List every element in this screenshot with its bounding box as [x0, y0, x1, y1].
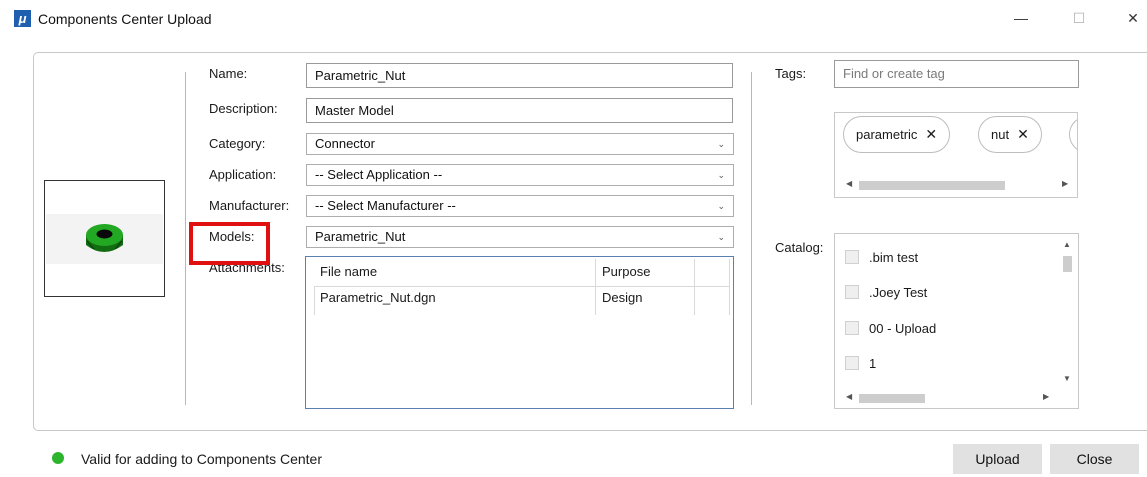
scroll-left-icon[interactable]: ◀: [846, 179, 852, 188]
tag-search-input[interactable]: Find or create tag: [834, 60, 1079, 88]
catalog-checkbox[interactable]: [845, 321, 859, 335]
description-input[interactable]: Master Model: [306, 98, 733, 123]
catalog-checkbox[interactable]: [845, 356, 859, 370]
scroll-left-icon[interactable]: ◀: [846, 392, 852, 401]
table-row-cell-extra: [695, 287, 730, 315]
application-label: Application:: [209, 167, 277, 182]
models-select-value: Parametric_Nut: [315, 229, 406, 244]
catalog-label: Catalog:: [775, 240, 824, 255]
name-label: Name:: [209, 66, 248, 81]
minimize-button[interactable]: —: [1006, 6, 1036, 30]
description-label: Description:: [209, 101, 278, 116]
status-indicator-icon: [52, 452, 64, 464]
app-icon: μ: [14, 10, 31, 27]
manufacturer-label: Manufacturer:: [209, 198, 290, 213]
scroll-up-icon[interactable]: ▲: [1063, 240, 1071, 249]
chevron-down-icon: ⌄: [717, 201, 725, 211]
catalog-item-label: 1: [869, 356, 877, 371]
manufacturer-select[interactable]: -- Select Manufacturer -- ⌄: [306, 195, 734, 217]
models-highlight-box: [189, 222, 270, 265]
category-label: Category:: [209, 136, 266, 151]
catalog-item-label: .Joey Test: [869, 285, 928, 300]
models-select[interactable]: Parametric_Nut ⌄: [306, 226, 734, 248]
upload-button[interactable]: Upload: [953, 444, 1042, 474]
tag-chip-label: nut: [991, 127, 1010, 142]
category-select-value: Connector: [315, 136, 375, 151]
application-select[interactable]: -- Select Application -- ⌄: [306, 164, 734, 186]
catalog-item-label: .bim test: [869, 250, 919, 265]
column-header-file-name[interactable]: File name: [314, 259, 596, 287]
close-window-button[interactable]: ✕: [1118, 6, 1147, 30]
tag-chip-list: parametric ✕ nut ✕ ◀ ▶: [834, 112, 1078, 198]
table-row-cell-file[interactable]: Parametric_Nut.dgn: [314, 287, 596, 315]
manufacturer-select-value: -- Select Manufacturer --: [315, 198, 456, 213]
tag-chip-label: parametric: [856, 127, 918, 142]
maximize-button[interactable]: ☐: [1064, 6, 1094, 30]
column-header-extra: [695, 259, 730, 287]
application-select-value: -- Select Application --: [315, 167, 443, 182]
scroll-right-icon[interactable]: ▶: [1043, 392, 1049, 401]
scrollbar-thumb[interactable]: [859, 181, 1005, 190]
name-input[interactable]: Parametric_Nut: [306, 63, 733, 88]
catalog-checkbox[interactable]: [845, 250, 859, 264]
attachments-grid[interactable]: File name Purpose Parametric_Nut.dgn Des…: [305, 256, 734, 409]
grid-left-line: [314, 287, 315, 315]
window-title: Components Center Upload: [38, 11, 212, 27]
catalog-horizontal-scrollbar[interactable]: ◀ ▶: [843, 391, 1053, 405]
tags-label: Tags:: [775, 66, 807, 81]
tags-horizontal-scrollbar[interactable]: ◀ ▶: [843, 178, 1071, 192]
chevron-down-icon: ⌄: [717, 232, 725, 242]
catalog-item-label: 00 - Upload: [869, 321, 937, 336]
chevron-down-icon: ⌄: [717, 139, 725, 149]
catalog-vertical-scrollbar[interactable]: ▲ ▼: [1061, 238, 1073, 388]
left-divider: [185, 72, 186, 405]
catalog-list[interactable]: .bim test .Joey Test 00 - Upload 1 ▲ ▼ ◀…: [834, 233, 1079, 409]
component-thumbnail: [44, 180, 165, 297]
category-select[interactable]: Connector ⌄: [306, 133, 734, 155]
status-text: Valid for adding to Components Center: [81, 451, 322, 467]
scroll-down-icon[interactable]: ▼: [1063, 374, 1071, 383]
tag-chip-partial[interactable]: [1069, 116, 1077, 153]
right-divider: [751, 72, 752, 405]
remove-tag-icon[interactable]: ✕: [1017, 126, 1029, 142]
scrollbar-thumb[interactable]: [1063, 256, 1072, 272]
scroll-right-icon[interactable]: ▶: [1062, 179, 1068, 188]
scrollbar-thumb[interactable]: [859, 394, 925, 403]
chevron-down-icon: ⌄: [717, 170, 725, 180]
tag-chip-nut[interactable]: nut ✕: [978, 116, 1042, 153]
table-row-cell-purpose[interactable]: Design: [596, 287, 695, 315]
catalog-checkbox[interactable]: [845, 285, 859, 299]
column-header-purpose[interactable]: Purpose: [596, 259, 695, 287]
nut-model-icon: [86, 224, 123, 252]
close-button[interactable]: Close: [1050, 444, 1139, 474]
remove-tag-icon[interactable]: ✕: [925, 126, 937, 142]
tag-chip-parametric[interactable]: parametric ✕: [843, 116, 951, 153]
